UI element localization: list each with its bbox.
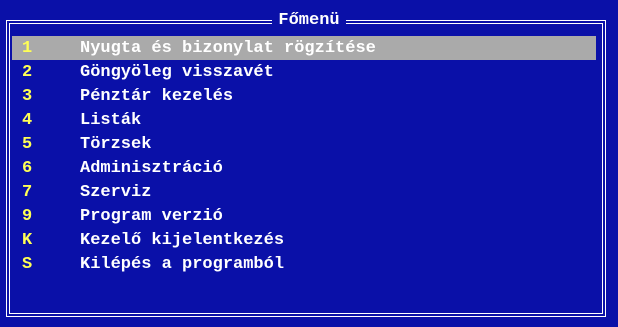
- menu-item-hotkey: S: [22, 254, 33, 274]
- menu-item-hotkey: 9: [22, 206, 33, 226]
- menu-item-label: Göngyöleg visszavét: [80, 62, 274, 82]
- menu-item-label: Pénztár kezelés: [80, 86, 234, 106]
- menu-item-hotkey: 1: [22, 38, 33, 58]
- menu-item-hotkey: 3: [22, 86, 33, 106]
- menu-item-6[interactable]: 6 Adminisztráció: [12, 156, 606, 180]
- menu-item-label: Törzsek: [80, 134, 152, 154]
- menu-item-label: Nyugta és bizonylat rögzítése: [80, 38, 376, 58]
- menu-item-9[interactable]: 9 Program verzió: [12, 204, 606, 228]
- menu-item-3[interactable]: 3 Pénztár kezelés: [12, 84, 606, 108]
- menu-item-hotkey: K: [22, 230, 33, 250]
- menu-item-hotkey: 7: [22, 182, 33, 202]
- main-menu-window: Főmenü 1 Nyugta és bizonylat rögzítése 2…: [0, 0, 618, 327]
- menu-item-7[interactable]: 7 Szerviz: [12, 180, 606, 204]
- menu-item-label: Szerviz: [80, 182, 152, 202]
- menu-item-hotkey: 2: [22, 62, 33, 82]
- menu-item-hotkey: 4: [22, 110, 33, 130]
- menu-item-s[interactable]: S Kilépés a programból: [12, 252, 606, 276]
- menu-item-label: Kilépés a programból: [80, 254, 285, 274]
- menu-list: 1 Nyugta és bizonylat rögzítése 2 Göngyö…: [12, 36, 606, 276]
- menu-item-1[interactable]: 1 Nyugta és bizonylat rögzítése: [12, 36, 596, 60]
- menu-item-label: Listák: [80, 110, 142, 130]
- menu-item-hotkey: 5: [22, 134, 33, 154]
- menu-item-label: Kezelő kijelentkezés: [80, 230, 285, 250]
- menu-item-k[interactable]: K Kezelő kijelentkezés: [12, 228, 606, 252]
- menu-item-5[interactable]: 5 Törzsek: [12, 132, 606, 156]
- menu-item-label: Program verzió: [80, 206, 223, 226]
- menu-item-hotkey: 6: [22, 158, 33, 178]
- menu-item-4[interactable]: 4 Listák: [12, 108, 606, 132]
- menu-item-2[interactable]: 2 Göngyöleg visszavét: [12, 60, 606, 84]
- menu-item-label: Adminisztráció: [80, 158, 223, 178]
